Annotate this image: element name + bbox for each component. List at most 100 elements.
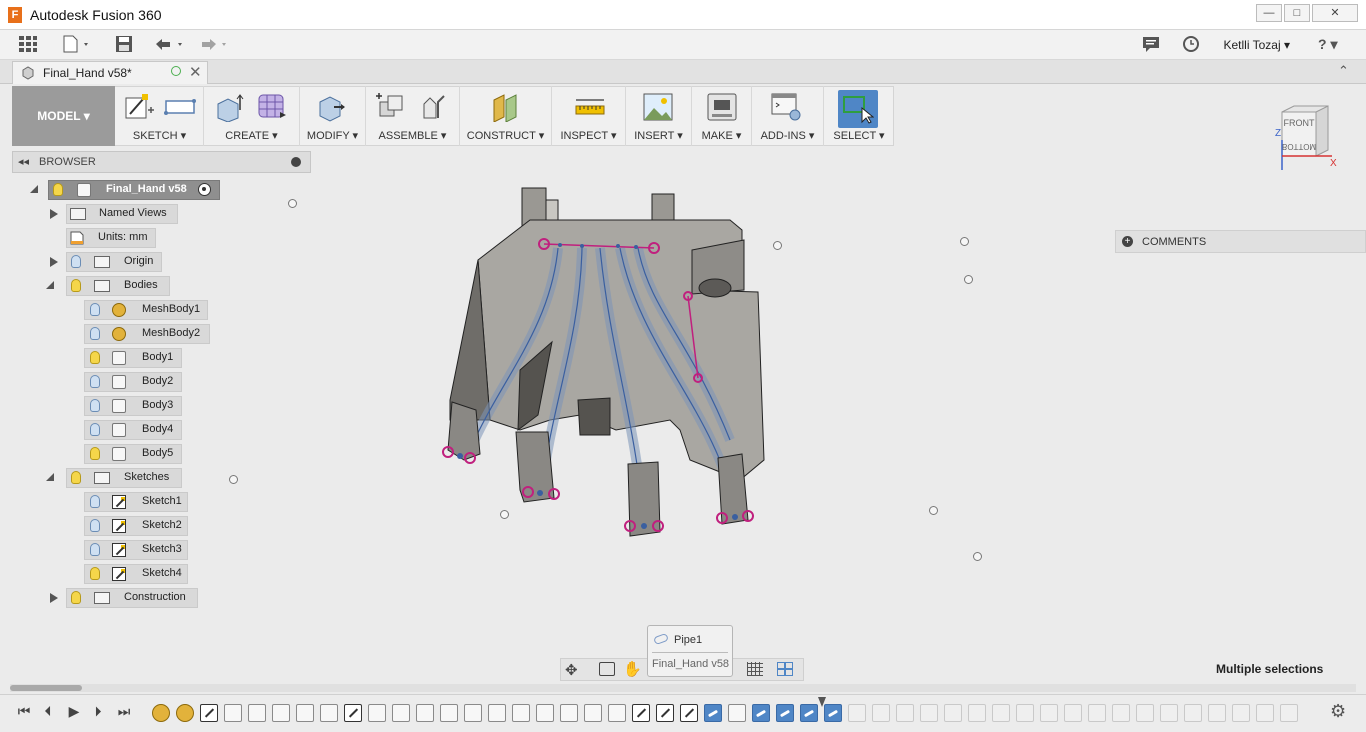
document-tab[interactable]: Final_Hand v58* ✕ (12, 61, 208, 84)
browser-node-named-views[interactable]: Named Views (46, 204, 178, 224)
timeline-feature-extrude[interactable] (296, 704, 314, 722)
comments-panel[interactable]: + COMMENTS (1115, 230, 1366, 253)
visibility-bulb-icon[interactable] (90, 423, 100, 436)
timeline-feature-dim[interactable] (896, 704, 914, 722)
user-account-menu[interactable]: Ketlli Tozaj ▾ (1224, 38, 1291, 52)
create-group[interactable]: CREATE ▾ (204, 86, 300, 146)
browser-node-body1[interactable]: Body1 (84, 348, 182, 368)
3d-print-icon[interactable] (706, 92, 738, 122)
timeline-feature-dim[interactable] (1232, 704, 1250, 722)
timeline-feature-dim[interactable] (1064, 704, 1082, 722)
browser-node-meshbody1[interactable]: MeshBody1 (84, 300, 208, 320)
construction-point[interactable] (964, 275, 973, 284)
look-at-icon[interactable] (599, 662, 615, 676)
expand-icon[interactable] (50, 257, 58, 267)
activate-radio-icon[interactable] (198, 183, 211, 196)
visibility-bulb-icon[interactable] (53, 183, 63, 196)
timeline-feature-extrude[interactable] (368, 704, 386, 722)
timeline-feature-pipe-selected[interactable] (704, 704, 722, 722)
timeline-feature-dim[interactable] (1184, 704, 1202, 722)
help-menu[interactable]: ? ▾ (1318, 36, 1337, 53)
timeline-feature-mesh[interactable] (176, 704, 194, 722)
browser-node-body3[interactable]: Body3 (84, 396, 182, 416)
timeline-feature-fillet[interactable] (488, 704, 506, 722)
timeline-next-icon[interactable]: ⏵ (90, 703, 106, 719)
browser-node-sketch1[interactable]: Sketch1 (84, 492, 188, 512)
timeline-feature-sketch[interactable] (656, 704, 674, 722)
minimize-button[interactable]: — (1256, 4, 1282, 22)
timeline-feature-dim[interactable] (1016, 704, 1034, 722)
redo-icon[interactable] (196, 35, 232, 55)
timeline-feature-extrude[interactable] (248, 704, 266, 722)
timeline-feature-dim[interactable] (1088, 704, 1106, 722)
save-icon[interactable] (114, 35, 134, 55)
timeline-feature-dim[interactable] (1256, 704, 1274, 722)
construction-point[interactable] (929, 506, 938, 515)
construction-point[interactable] (500, 510, 509, 519)
timeline-feature-dim[interactable] (1208, 704, 1226, 722)
timeline-feature-pipe-selected[interactable] (824, 704, 842, 722)
visibility-bulb-icon[interactable] (90, 543, 100, 556)
timeline-feature-sketch[interactable] (344, 704, 362, 722)
timeline-first-icon[interactable]: ⏮ (16, 703, 32, 719)
construction-point[interactable] (973, 552, 982, 561)
comments-panel-icon[interactable] (1142, 35, 1160, 55)
browser-node-body4[interactable]: Body4 (84, 420, 182, 440)
browser-node-body5[interactable]: Body5 (84, 444, 182, 464)
browser-node-origin[interactable]: Origin (46, 252, 162, 272)
timeline-feature-pipe-selected[interactable] (752, 704, 770, 722)
visibility-bulb-icon[interactable] (90, 375, 100, 388)
timeline-feature-fillet[interactable] (464, 704, 482, 722)
timeline-feature-extrude[interactable] (272, 704, 290, 722)
timeline-feature-extrude[interactable] (224, 704, 242, 722)
horizontal-scrollbar[interactable] (10, 684, 1356, 692)
timeline-feature-dim[interactable] (1112, 704, 1130, 722)
timeline-feature-extrude[interactable] (392, 704, 410, 722)
timeline-feature-fillet[interactable] (560, 704, 578, 722)
visibility-bulb-icon[interactable] (90, 495, 100, 508)
timeline-feature-fillet[interactable] (416, 704, 434, 722)
make-group[interactable]: MAKE ▾ (692, 86, 752, 146)
timeline-feature-dim[interactable] (920, 704, 938, 722)
collapse-browser-icon[interactable]: ◂◂ (18, 155, 29, 168)
timeline-feature-extrude[interactable] (320, 704, 338, 722)
joint-icon[interactable] (418, 92, 450, 122)
view-cube[interactable]: FRONT BOTTOM Z X (1275, 104, 1337, 174)
browser-node-meshbody2[interactable]: MeshBody2 (84, 324, 210, 344)
visibility-bulb-icon[interactable] (90, 399, 100, 412)
construction-point[interactable] (960, 237, 969, 246)
timeline-feature-dim[interactable] (848, 704, 866, 722)
close-tab-icon[interactable]: ✕ (189, 63, 202, 81)
scripts-addins-icon[interactable] (770, 92, 802, 122)
browser-root-node[interactable]: Final_Hand v58 (28, 180, 220, 200)
create-sketch-icon[interactable] (124, 92, 156, 122)
addins-group[interactable]: ADD-INS ▾ (752, 86, 824, 146)
timeline-feature-sketch[interactable] (632, 704, 650, 722)
browser-node-sketches[interactable]: Sketches (46, 468, 182, 488)
orbit-icon[interactable]: ✥ (565, 661, 578, 679)
timeline-feature-dim[interactable] (1280, 704, 1298, 722)
modify-group[interactable]: MODIFY ▾ (300, 86, 366, 146)
inspect-group[interactable]: INSPECT ▾ (552, 86, 626, 146)
timeline-feature-dim[interactable] (1160, 704, 1178, 722)
visibility-bulb-icon[interactable] (71, 279, 81, 292)
visibility-bulb-icon[interactable] (90, 351, 100, 364)
sketch-group[interactable]: SKETCH ▾ (116, 86, 204, 146)
pan-hand-icon[interactable]: ✋ (623, 660, 642, 678)
expand-icon[interactable] (50, 209, 58, 219)
timeline-feature-fillet[interactable] (608, 704, 626, 722)
timeline-last-icon[interactable]: ⏭ (116, 703, 132, 719)
maximize-button[interactable]: □ (1284, 4, 1310, 22)
construct-group[interactable]: CONSTRUCT ▾ (460, 86, 552, 146)
timeline-feature-dim[interactable] (872, 704, 890, 722)
browser-node-body2[interactable]: Body2 (84, 372, 182, 392)
timeline-feature-fillet[interactable] (440, 704, 458, 722)
close-window-button[interactable]: ✕ (1312, 4, 1358, 22)
browser-node-units[interactable]: Units: mm (66, 228, 156, 248)
expand-icon[interactable] (50, 593, 58, 603)
extrude-icon[interactable] (214, 92, 246, 122)
viewports-icon[interactable] (777, 662, 793, 676)
workspace-switcher[interactable]: MODEL ▾ (12, 86, 115, 146)
visibility-bulb-icon[interactable] (90, 303, 100, 316)
browser-pin-icon[interactable] (291, 157, 301, 167)
